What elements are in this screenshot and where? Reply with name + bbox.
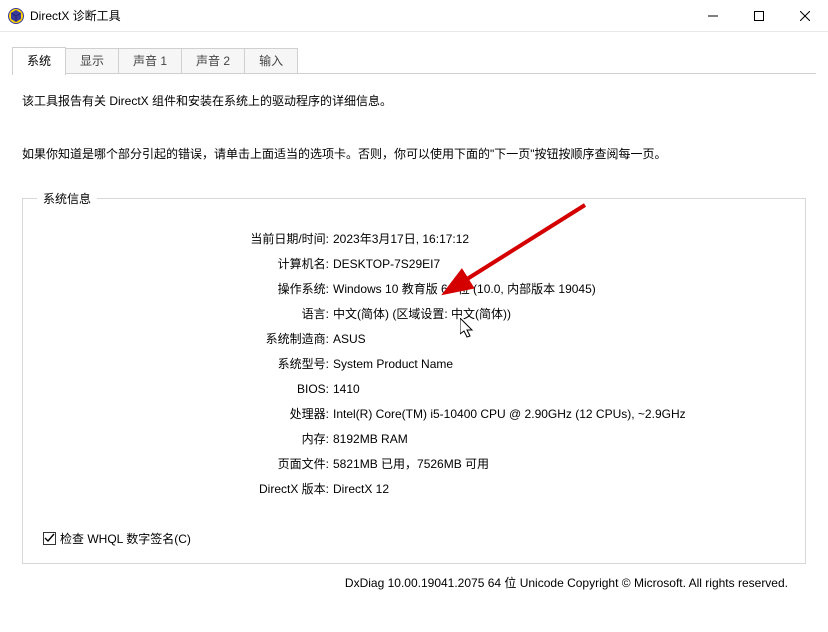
row-memory: 内存: 8192MB RAM <box>43 427 785 452</box>
close-button[interactable] <box>782 0 828 31</box>
footer-text: DxDiag 10.00.19041.2075 64 位 Unicode Cop… <box>22 564 806 591</box>
row-os: 操作系统: Windows 10 教育版 64 位 (10.0, 内部版本 19… <box>43 277 785 302</box>
titlebar: DirectX 诊断工具 <box>0 0 828 32</box>
value-language: 中文(简体) (区域设置: 中文(简体)) <box>333 302 785 327</box>
value-directx: DirectX 12 <box>333 477 785 502</box>
intro-line2: 如果你知道是哪个部分引起的错误，请单击上面适当的选项卡。否则，你可以使用下面的"… <box>22 145 806 164</box>
row-directx: DirectX 版本: DirectX 12 <box>43 477 785 502</box>
value-computername: DESKTOP-7S29EI7 <box>333 252 785 277</box>
row-language: 语言: 中文(简体) (区域设置: 中文(简体)) <box>43 302 785 327</box>
minimize-button[interactable] <box>690 0 736 31</box>
row-pagefile: 页面文件: 5821MB 已用，7526MB 可用 <box>43 452 785 477</box>
whql-label: 检查 WHQL 数字签名(C) <box>60 530 191 547</box>
label-memory: 内存: <box>43 427 333 452</box>
intro-line1: 该工具报告有关 DirectX 组件和安装在系统上的驱动程序的详细信息。 <box>22 92 806 111</box>
value-datetime: 2023年3月17日, 16:17:12 <box>333 227 785 252</box>
tab-label: 系统 <box>27 54 51 68</box>
value-model: System Product Name <box>333 352 785 377</box>
tab-system[interactable]: 系统 <box>12 47 66 75</box>
label-directx: DirectX 版本: <box>43 477 333 502</box>
label-pagefile: 页面文件: <box>43 452 333 477</box>
row-bios: BIOS: 1410 <box>43 377 785 402</box>
window-title: DirectX 诊断工具 <box>30 7 121 24</box>
value-bios: 1410 <box>333 377 785 402</box>
row-model: 系统型号: System Product Name <box>43 352 785 377</box>
label-manufacturer: 系统制造商: <box>43 327 333 352</box>
row-manufacturer: 系统制造商: ASUS <box>43 327 785 352</box>
tab-label: 声音 1 <box>133 54 167 68</box>
tab-label: 输入 <box>259 54 283 68</box>
tabs: 系统 显示 声音 1 声音 2 输入 <box>0 32 828 74</box>
value-manufacturer: ASUS <box>333 327 785 352</box>
tab-label: 显示 <box>80 54 104 68</box>
checkbox-icon <box>43 532 56 545</box>
label-computername: 计算机名: <box>43 252 333 277</box>
maximize-button[interactable] <box>736 0 782 31</box>
value-processor: Intel(R) Core(TM) i5-10400 CPU @ 2.90GHz… <box>333 402 785 427</box>
label-datetime: 当前日期/时间: <box>43 227 333 252</box>
window-controls <box>690 0 828 31</box>
tab-content: 该工具报告有关 DirectX 组件和安装在系统上的驱动程序的详细信息。 如果你… <box>0 74 828 591</box>
tab-sound2[interactable]: 声音 2 <box>181 48 245 74</box>
value-os: Windows 10 教育版 64 位 (10.0, 内部版本 19045) <box>333 277 785 302</box>
whql-checkbox-row[interactable]: 检查 WHQL 数字签名(C) <box>43 530 785 547</box>
tab-sound1[interactable]: 声音 1 <box>118 48 182 74</box>
app-icon <box>8 8 24 24</box>
intro-text: 该工具报告有关 DirectX 组件和安装在系统上的驱动程序的详细信息。 如果你… <box>22 92 806 164</box>
label-os: 操作系统: <box>43 277 333 302</box>
value-pagefile: 5821MB 已用，7526MB 可用 <box>333 452 785 477</box>
fieldset-legend: 系统信息 <box>37 190 97 207</box>
label-processor: 处理器: <box>43 402 333 427</box>
row-computername: 计算机名: DESKTOP-7S29EI7 <box>43 252 785 277</box>
tab-input[interactable]: 输入 <box>244 48 298 74</box>
row-datetime: 当前日期/时间: 2023年3月17日, 16:17:12 <box>43 227 785 252</box>
label-bios: BIOS: <box>43 377 333 402</box>
tab-label: 声音 2 <box>196 54 230 68</box>
value-memory: 8192MB RAM <box>333 427 785 452</box>
system-info-grid: 当前日期/时间: 2023年3月17日, 16:17:12 计算机名: DESK… <box>43 227 785 502</box>
tab-display[interactable]: 显示 <box>65 48 119 74</box>
row-processor: 处理器: Intel(R) Core(TM) i5-10400 CPU @ 2.… <box>43 402 785 427</box>
label-model: 系统型号: <box>43 352 333 377</box>
label-language: 语言: <box>43 302 333 327</box>
system-info-fieldset: 系统信息 当前日期/时间: 2023年3月17日, 16:17:12 计算机名:… <box>22 198 806 564</box>
